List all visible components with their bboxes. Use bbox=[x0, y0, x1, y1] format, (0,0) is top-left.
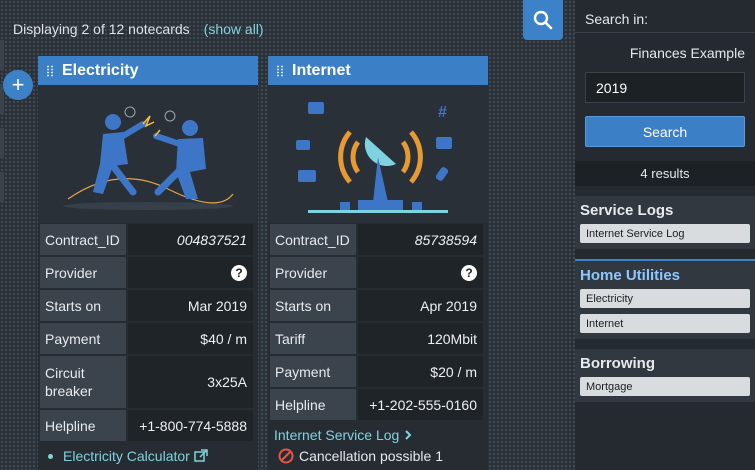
chevron-right-icon bbox=[405, 430, 412, 440]
group-title[interactable]: Home Utilities bbox=[580, 267, 750, 284]
field-row: Starts on Apr 2019 bbox=[268, 289, 488, 322]
external-link-icon bbox=[194, 449, 208, 462]
field-row: Helpline +1-202-555-0160 bbox=[268, 388, 488, 421]
group-title[interactable]: Service Logs bbox=[580, 202, 750, 219]
field-row: Contract_ID 004837521 bbox=[38, 223, 258, 256]
result-item[interactable]: Internet Service Log bbox=[580, 224, 750, 243]
field-value[interactable]: ? bbox=[358, 257, 483, 288]
bullet-icon bbox=[48, 453, 53, 459]
field-label: Provider bbox=[40, 257, 126, 288]
left-edge-strip bbox=[0, 40, 4, 470]
link-label[interactable]: Electricity Calculator bbox=[63, 448, 190, 464]
result-group-borrowing[interactable]: Borrowing Mortgage bbox=[575, 349, 755, 402]
field-value[interactable]: $40 / m bbox=[128, 323, 253, 354]
search-toggle-button[interactable] bbox=[523, 0, 563, 40]
result-item[interactable]: Electricity bbox=[580, 289, 750, 308]
card-title: Internet bbox=[292, 61, 351, 79]
electricity-calculator-link[interactable]: Electricity Calculator bbox=[38, 442, 258, 464]
field-value[interactable]: Mar 2019 bbox=[128, 290, 253, 321]
internet-service-log-link[interactable]: Internet Service Log bbox=[268, 421, 488, 443]
notecard-electricity[interactable]: Electricity Contract_ID 004837521 Provide… bbox=[38, 56, 258, 470]
field-label: Helpline bbox=[40, 410, 126, 441]
result-item[interactable]: Mortgage bbox=[580, 377, 750, 396]
field-value[interactable]: 3x25A bbox=[128, 356, 253, 408]
field-label: Payment bbox=[270, 356, 356, 387]
search-input[interactable]: 2019 bbox=[585, 72, 745, 103]
field-label: Circuit breaker bbox=[40, 356, 126, 408]
field-row: Circuit breaker 3x25A bbox=[38, 355, 258, 409]
field-value[interactable]: 120Mbit bbox=[358, 323, 483, 354]
field-label: Contract_ID bbox=[270, 224, 356, 255]
field-row: Provider? bbox=[268, 256, 488, 289]
card-fields: Contract_ID 85738594 Provider? Starts on A… bbox=[268, 223, 488, 421]
card-title: Electricity bbox=[62, 61, 139, 79]
field-row: Starts on Mar 2019 bbox=[38, 289, 258, 322]
field-value[interactable]: Apr 2019 bbox=[358, 290, 483, 321]
field-value[interactable]: +1-800-774-5888 bbox=[128, 410, 253, 441]
notecard-internet[interactable]: Internet # Contract_ID 85738594 Provider?… bbox=[268, 56, 488, 470]
field-value[interactable]: $20 / m bbox=[358, 356, 483, 387]
field-value[interactable]: 85738594 bbox=[358, 224, 483, 255]
result-group-service-logs[interactable]: Service Logs Internet Service Log bbox=[575, 196, 755, 249]
field-value[interactable]: +1-202-555-0160 bbox=[358, 389, 483, 420]
cancellation-text: Cancellation possible 1 bbox=[299, 448, 443, 464]
prohibited-icon bbox=[278, 448, 294, 464]
unknown-icon: ? bbox=[231, 264, 247, 281]
cancellation-notice: Cancellation possible 1 bbox=[268, 443, 488, 464]
card-header[interactable]: Internet bbox=[268, 56, 488, 85]
add-notecard-button[interactable]: + bbox=[3, 70, 33, 100]
group-title[interactable]: Borrowing bbox=[580, 355, 750, 372]
displaying-count: Displaying 2 of 12 notecards bbox=[13, 21, 190, 37]
search-sidebar: Search in: Finances Example 2019 Search … bbox=[575, 0, 755, 470]
field-label: Tariff bbox=[270, 323, 356, 354]
field-label: Helpline bbox=[270, 389, 356, 420]
field-row: Tariff 120Mbit bbox=[268, 322, 488, 355]
field-value[interactable]: 004837521 bbox=[128, 224, 253, 255]
link-label[interactable]: Internet Service Log bbox=[274, 427, 399, 443]
search-in-label: Search in: bbox=[575, 0, 755, 33]
internet-illustration: # bbox=[268, 85, 488, 223]
card-header[interactable]: Electricity bbox=[38, 56, 258, 85]
field-label: Payment bbox=[40, 323, 126, 354]
field-label: Starts on bbox=[40, 290, 126, 321]
drag-handle-icon[interactable] bbox=[276, 64, 284, 77]
notecard-count-bar: Displaying 2 of 12 notecards (show all) bbox=[13, 21, 264, 37]
result-item[interactable]: Internet bbox=[580, 314, 750, 333]
field-row: Payment $20 / m bbox=[268, 355, 488, 388]
svg-text:#: # bbox=[438, 104, 447, 121]
search-icon bbox=[533, 10, 553, 30]
field-value[interactable]: ? bbox=[128, 257, 253, 288]
unknown-icon: ? bbox=[461, 264, 477, 281]
results-count: 4 results bbox=[575, 161, 755, 186]
result-group-home-utilities[interactable]: Home Utilities Electricity Internet bbox=[575, 259, 755, 339]
field-label: Provider bbox=[270, 257, 356, 288]
field-row: Contract_ID 85738594 bbox=[268, 223, 488, 256]
field-row: Payment $40 / m bbox=[38, 322, 258, 355]
card-fields: Contract_ID 004837521 Provider? Starts on… bbox=[38, 223, 258, 442]
show-all-link[interactable]: (show all) bbox=[204, 21, 264, 37]
field-row: Helpline +1-800-774-5888 bbox=[38, 409, 258, 442]
electricity-illustration bbox=[38, 85, 258, 223]
drag-handle-icon[interactable] bbox=[46, 64, 54, 77]
field-label: Contract_ID bbox=[40, 224, 126, 255]
field-row: Provider? bbox=[38, 256, 258, 289]
collection-name[interactable]: Finances Example bbox=[575, 33, 755, 69]
field-label: Starts on bbox=[270, 290, 356, 321]
search-button[interactable]: Search bbox=[585, 116, 745, 147]
